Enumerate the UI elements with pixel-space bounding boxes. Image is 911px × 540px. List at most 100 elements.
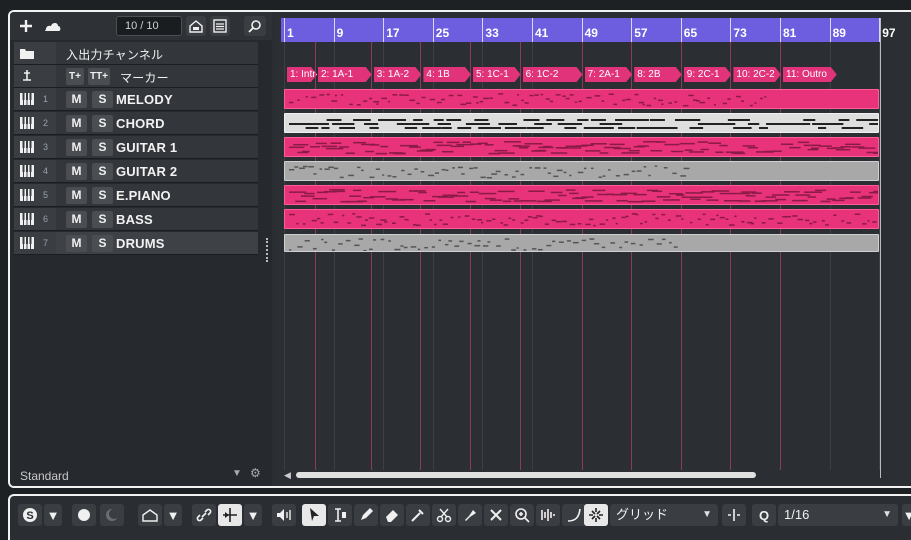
midi-part[interactable] xyxy=(284,113,880,133)
ruler-bar-label: 73 xyxy=(733,26,747,40)
track-row[interactable]: 7 M S DRUMS xyxy=(14,232,258,255)
marker-event[interactable]: 3: 1A-2 xyxy=(374,67,422,82)
chevron-down-icon[interactable]: ▼ xyxy=(164,504,182,526)
midi-part[interactable] xyxy=(284,209,880,229)
auto-scroll-button[interactable] xyxy=(100,504,124,526)
acoustic-feedback-button[interactable] xyxy=(272,504,296,526)
piano-icon xyxy=(20,117,34,129)
zoom-tool[interactable] xyxy=(510,504,534,526)
chevron-down-icon[interactable]: ▼ xyxy=(244,504,262,526)
track-row[interactable]: 1 M S MELODY xyxy=(14,88,258,111)
ruler-tick xyxy=(581,18,583,42)
link-button[interactable] xyxy=(192,504,216,526)
mute-button[interactable]: M xyxy=(66,187,87,204)
midi-part[interactable] xyxy=(284,234,880,252)
mute-button[interactable]: M xyxy=(66,211,87,228)
visibility-agent-button[interactable] xyxy=(186,16,206,36)
house-icon xyxy=(189,20,203,33)
track-name: GUITAR 1 xyxy=(116,140,178,155)
marker-event[interactable]: 6: 1C-2 xyxy=(523,67,583,82)
track-row[interactable]: 5 M S E.PIANO xyxy=(14,184,258,207)
marker-event[interactable]: 10: 2C-2 xyxy=(733,67,781,82)
snap-to-zero-crossing-button[interactable] xyxy=(722,504,746,526)
snap-type-dropdown[interactable]: グリッド ▼ xyxy=(610,504,718,526)
horizontal-scrollbar[interactable]: ◀ xyxy=(284,470,884,480)
glue-icon xyxy=(465,510,476,521)
track-row[interactable]: 6 M S BASS xyxy=(14,208,258,231)
draw-tool[interactable] xyxy=(354,504,378,526)
track-list-resize-handle[interactable] xyxy=(266,238,268,262)
project-window: 10 / 10 入出力チャンネル T+ TT+ マーカー 1 M S MELOD… xyxy=(8,10,911,488)
preset-dropdown-icon[interactable]: ▼ xyxy=(232,468,242,479)
solo-button[interactable]: S xyxy=(92,91,113,108)
track-row[interactable]: 4 M S GUITAR 2 xyxy=(14,160,258,183)
auto-select-button[interactable] xyxy=(218,504,242,526)
marker-event[interactable]: 8: 2B xyxy=(634,67,682,82)
chevron-down-icon[interactable]: ▼ xyxy=(902,504,911,526)
add-cycle-marker-button[interactable]: TT+ xyxy=(88,68,110,85)
erase-tool[interactable] xyxy=(380,504,404,526)
mute-button[interactable]: M xyxy=(66,115,87,132)
mute-button[interactable]: M xyxy=(66,91,87,108)
solo-button[interactable]: S xyxy=(92,115,113,132)
scroll-left-icon[interactable]: ◀ xyxy=(284,470,291,481)
chevron-down-icon[interactable]: ▼ xyxy=(44,504,62,526)
split-tool[interactable] xyxy=(432,504,456,526)
ruler-tick xyxy=(829,18,831,42)
add-track-button[interactable] xyxy=(16,16,36,36)
midi-part[interactable] xyxy=(284,161,880,181)
add-marker-button[interactable]: T+ xyxy=(66,68,84,85)
solo-button[interactable]: S xyxy=(92,163,113,180)
line-tool[interactable] xyxy=(562,504,586,526)
horizontal-scrollbar-thumb[interactable] xyxy=(296,472,756,478)
solo-button[interactable]: S xyxy=(92,211,113,228)
midi-part[interactable] xyxy=(284,137,880,157)
event-display[interactable]: 1 9 17 25 33 41 49 57 65 73 81 89 97 1: Intro2: 1A-1… xyxy=(274,12,911,486)
quantize-preset-dropdown[interactable]: 1/16 ▼ xyxy=(778,504,898,526)
ruler[interactable]: 1 9 17 25 33 41 49 57 65 73 81 89 97 xyxy=(281,18,896,42)
mute-button[interactable]: M xyxy=(66,139,87,156)
solo-button[interactable]: S xyxy=(92,139,113,156)
visibility-button[interactable] xyxy=(138,504,162,526)
quantize-button[interactable]: Q xyxy=(752,504,776,526)
mute-tool[interactable] xyxy=(484,504,508,526)
gear-icon[interactable]: ⚙ xyxy=(250,466,261,480)
ruler-tick xyxy=(383,18,385,42)
midi-part[interactable] xyxy=(284,185,880,205)
range-icon xyxy=(335,508,346,522)
marker-event[interactable]: 11: Outro xyxy=(783,67,837,82)
marker-event[interactable]: 1: Intro xyxy=(287,67,317,82)
glue-tool[interactable] xyxy=(458,504,482,526)
marker-event[interactable]: 7: 2A-1 xyxy=(585,67,633,82)
range-selection-tool[interactable] xyxy=(328,504,352,526)
io-channel-row[interactable]: 入出力チャンネル xyxy=(14,42,258,65)
track-icon-cell: 5 xyxy=(14,184,56,206)
search-button[interactable] xyxy=(244,16,266,36)
load-track-preset-button[interactable] xyxy=(40,16,64,36)
play-tool[interactable] xyxy=(536,504,560,526)
marker-event[interactable]: 4: 1B xyxy=(423,67,471,82)
snap-toggle-button[interactable] xyxy=(584,504,608,526)
solo-button[interactable]: S xyxy=(92,235,113,252)
zero-crossing-icon xyxy=(728,509,740,521)
solo-button[interactable]: S xyxy=(92,187,113,204)
mute-button[interactable]: M xyxy=(66,163,87,180)
object-selection-tool[interactable] xyxy=(302,504,326,526)
track-list-toolbar: 10 / 10 xyxy=(10,12,272,40)
s-circle-icon: S xyxy=(23,508,37,522)
track-row[interactable]: 3 M S GUITAR 1 xyxy=(14,136,258,159)
track-row[interactable]: 2 M S CHORD xyxy=(14,112,258,135)
list-view-button[interactable] xyxy=(210,16,230,36)
ruler-tick xyxy=(284,18,285,42)
marker-icon xyxy=(23,70,31,81)
constrain-delay-button[interactable]: S xyxy=(18,504,42,526)
marker-event[interactable]: 5: 1C-1 xyxy=(473,67,521,82)
marker-event[interactable]: 9: 2C-1 xyxy=(684,67,732,82)
marker-event[interactable]: 2: 1A-1 xyxy=(318,67,372,82)
midi-part[interactable] xyxy=(284,89,880,109)
mute-button[interactable]: M xyxy=(66,235,87,252)
color-tool[interactable] xyxy=(406,504,430,526)
ruler-tick xyxy=(780,18,781,42)
marker-track-row[interactable]: T+ TT+ マーカー xyxy=(14,65,258,88)
record-button[interactable] xyxy=(72,504,96,526)
